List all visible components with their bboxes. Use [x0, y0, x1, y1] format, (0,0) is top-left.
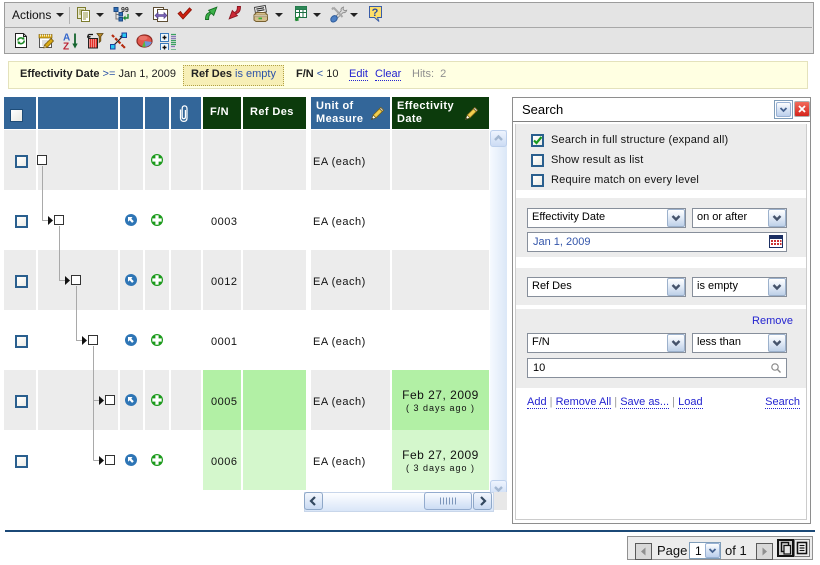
svg-text:Z: Z	[63, 42, 69, 51]
svg-text:?: ?	[372, 7, 379, 19]
svg-text:99: 99	[121, 7, 129, 14]
